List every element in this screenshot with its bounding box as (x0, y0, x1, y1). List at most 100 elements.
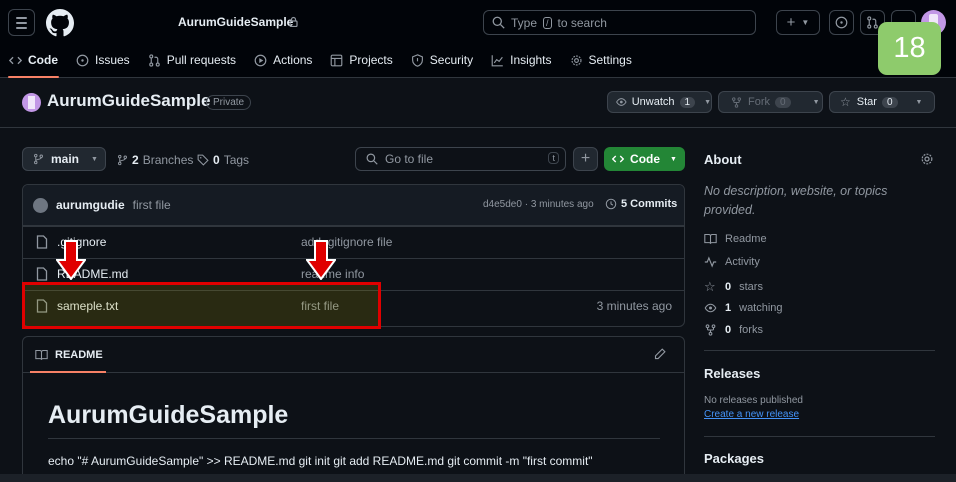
search-placeholder-suffix: to search (557, 15, 607, 30)
tab-code[interactable]: Code (0, 46, 67, 78)
create-new-button[interactable]: + ▼ (776, 10, 820, 35)
releases-heading[interactable]: Releases (704, 366, 760, 381)
tab-label: Projects (349, 53, 393, 67)
book-icon (35, 349, 48, 360)
star-button[interactable]: ☆ Star 0 ▼ (829, 91, 935, 113)
tab-issues[interactable]: Issues (67, 46, 139, 74)
fork-label: Fork (748, 96, 770, 108)
commit-hash-time[interactable]: d4e5de0 · 3 minutes ago (483, 199, 594, 210)
go-to-file-input[interactable]: Go to file t (355, 147, 566, 171)
commits-link[interactable]: 5 Commits (605, 198, 677, 210)
readme-link[interactable]: Readme (704, 233, 767, 245)
chevron-down-icon: ▼ (915, 98, 923, 106)
search-icon (366, 153, 378, 165)
chevron-down-icon: ▼ (812, 98, 820, 106)
star-icon: ☆ (840, 95, 851, 109)
forks-link[interactable]: 0 forks (704, 324, 763, 336)
visibility-badge: Private (206, 95, 252, 110)
commit-author-avatar[interactable] (33, 197, 48, 213)
gear-icon (570, 54, 582, 66)
github-logo-icon[interactable] (46, 9, 74, 37)
create-release-link[interactable]: Create a new release (704, 409, 799, 420)
tab-projects[interactable]: Projects (321, 46, 401, 74)
readme-heading: AurumGuideSample (48, 401, 660, 439)
go-to-file-shortcut: t (548, 152, 559, 164)
tab-insights[interactable]: Insights (482, 46, 560, 74)
fork-button[interactable]: Fork 0 ▼ (718, 91, 823, 113)
commit-author[interactable]: aurumgudie (56, 198, 125, 212)
down-arrow-icon (56, 240, 86, 280)
stars-link[interactable]: ☆ 0 stars (704, 279, 763, 295)
stars-label: stars (739, 281, 763, 293)
code-dropdown-button[interactable]: Code ▼ (604, 147, 685, 171)
tab-settings[interactable]: Settings (561, 46, 641, 74)
issues-button[interactable] (829, 10, 854, 35)
commit-message[interactable]: first file (133, 198, 171, 212)
activity-link[interactable]: Activity (704, 256, 760, 268)
go-to-file-placeholder: Go to file (385, 152, 434, 166)
branches-count: 2 (132, 153, 139, 167)
tab-actions[interactable]: Actions (245, 46, 321, 74)
table-icon (331, 54, 343, 66)
play-icon (254, 54, 267, 66)
window-bottom-edge (0, 474, 956, 482)
fork-icon (705, 324, 716, 336)
repo-owner-avatar[interactable] (22, 93, 41, 112)
branch-name: main (51, 152, 80, 166)
watching-link[interactable]: 1 watching (704, 302, 783, 314)
readme-tab[interactable]: README (23, 337, 684, 373)
header-repo-name[interactable]: AurumGuideSample (178, 15, 293, 29)
repo-header: AurumGuideSample Private Unwatch 1 ▼ For… (0, 79, 956, 128)
branch-selector[interactable]: main ▼ (22, 147, 106, 171)
global-search-input[interactable]: Type / to search (483, 10, 756, 35)
about-description: No description, website, or topics provi… (704, 184, 888, 217)
branches-link[interactable]: 2 Branches (117, 153, 193, 167)
tags-count: 0 (213, 153, 220, 167)
tab-pull-requests[interactable]: Pull requests (139, 46, 245, 74)
pull-request-icon (867, 16, 878, 29)
readme-tab-label: README (55, 348, 103, 361)
global-header: AurumGuideSample Type / to search + ▼ Co… (0, 0, 956, 78)
latest-commit-bar: aurumgudie first file d4e5de0 · 3 minute… (23, 185, 684, 226)
forks-count: 0 (725, 324, 732, 336)
activity-link-label: Activity (725, 256, 760, 268)
eye-icon (704, 303, 717, 313)
tags-label: Tags (223, 153, 250, 167)
branch-icon (34, 153, 43, 165)
tab-label: Insights (510, 53, 552, 67)
add-file-button[interactable]: + (573, 147, 598, 171)
star-label: Star (856, 96, 877, 108)
tab-label: Security (429, 53, 474, 67)
packages-heading[interactable]: Packages (704, 451, 764, 466)
sidebar-divider (704, 436, 935, 437)
search-shortcut-key: / (543, 16, 552, 29)
code-button-label: Code (630, 152, 661, 166)
chevron-down-icon: ▼ (91, 155, 98, 163)
pencil-icon[interactable] (654, 348, 666, 360)
repo-title[interactable]: AurumGuideSample (47, 91, 210, 111)
tab-label: Actions (273, 53, 313, 67)
file-commit-time: 3 minutes ago (596, 299, 672, 313)
graph-icon (491, 54, 503, 66)
chevron-down-icon: ▼ (670, 155, 677, 163)
tags-link[interactable]: 0 Tags (197, 153, 249, 167)
code-icon (612, 155, 625, 163)
branches-label: Branches (142, 153, 194, 167)
chevron-down-icon: ▼ (801, 18, 810, 27)
file-row[interactable]: .gitignore add .gitignore file (23, 226, 684, 258)
readme-link-label: Readme (725, 233, 767, 245)
fork-icon (732, 96, 741, 108)
unwatch-button[interactable]: Unwatch 1 ▼ (607, 91, 712, 113)
gear-icon[interactable] (920, 152, 934, 166)
plus-icon: + (580, 150, 591, 167)
forks-label: forks (739, 324, 763, 336)
step-number-badge: 18 (878, 22, 941, 75)
tag-icon (197, 154, 209, 166)
tab-security[interactable]: Security (402, 46, 482, 74)
code-icon (9, 56, 22, 64)
unwatch-label: Unwatch (631, 96, 675, 108)
fork-count: 0 (775, 96, 791, 108)
menu-button[interactable] (8, 9, 35, 36)
stars-count: 0 (725, 281, 732, 293)
issue-icon (835, 16, 848, 29)
